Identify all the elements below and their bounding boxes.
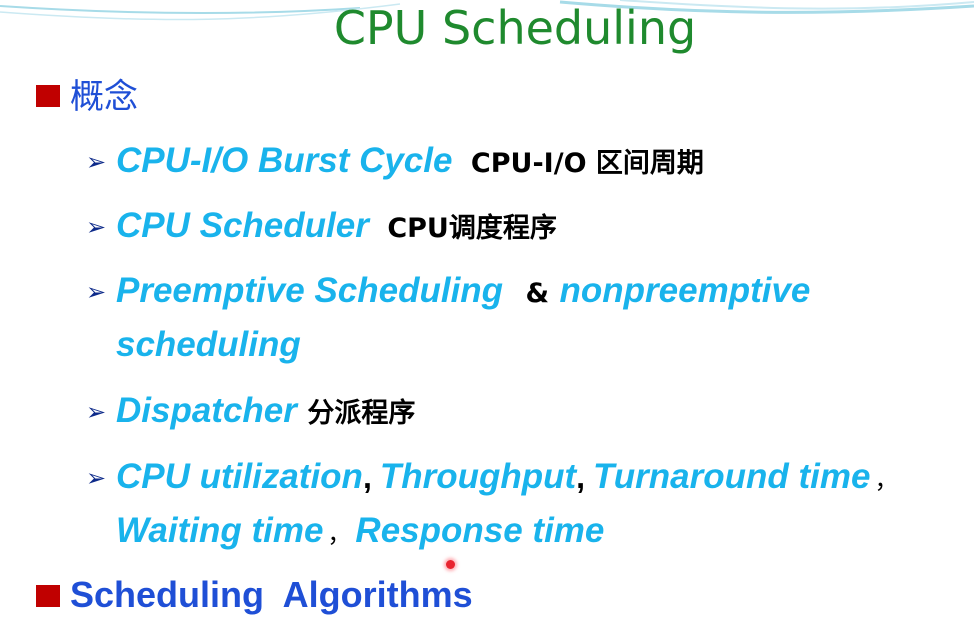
list-item: CPU utilization, Throughput, Turnaround ti… xyxy=(116,456,898,498)
arrow-bullet-icon: ➢ xyxy=(86,278,107,306)
list-item: CPU Scheduler CPU调度程序 xyxy=(116,205,557,247)
separator-comma: ， xyxy=(874,466,899,494)
term-preemptive: Preemptive Scheduling xyxy=(116,271,504,310)
list-item-continuation: scheduling xyxy=(116,324,301,366)
list-item: Dispatcher 分派程序 xyxy=(116,390,415,432)
arrow-bullet-icon: ➢ xyxy=(86,213,107,241)
square-bullet-icon xyxy=(36,85,60,107)
arrow-bullet-icon: ➢ xyxy=(86,464,107,492)
separator-comma: , xyxy=(576,459,586,495)
slide: CPU Scheduling 概念 ➢ CPU-I/O Burst Cycle … xyxy=(0,0,974,629)
note-dispatcher: 分派程序 xyxy=(307,398,416,429)
note-cpu-scheduler: CPU调度程序 xyxy=(387,213,557,244)
term-waiting-time: Waiting time xyxy=(116,511,324,550)
list-item: CPU-I/O Burst Cycle CPU-I/O 区间周期 xyxy=(116,140,704,182)
note-burst-cycle: CPU-I/O 区间周期 xyxy=(470,148,704,179)
square-bullet-icon xyxy=(36,585,60,607)
term-burst-cycle: CPU-I/O Burst Cycle xyxy=(116,141,453,180)
term-nonpreemptive-cont: scheduling xyxy=(116,325,301,364)
term-dispatcher: Dispatcher xyxy=(116,391,297,430)
arrow-bullet-icon: ➢ xyxy=(86,148,107,176)
arrow-bullet-icon: ➢ xyxy=(86,398,107,426)
term-throughput: Throughput xyxy=(379,457,577,496)
algorithms-heading: Scheduling Algorithms xyxy=(70,574,473,615)
term-cpu-scheduler: CPU Scheduler xyxy=(116,206,369,245)
term-nonpreemptive: nonpreemptive xyxy=(559,271,811,310)
term-cpu-utilization: CPU utilization xyxy=(116,457,363,496)
slide-title: CPU Scheduling xyxy=(333,1,697,55)
term-turnaround-time: Turnaround time xyxy=(593,457,871,496)
laser-pointer-icon xyxy=(446,560,455,569)
separator-comma: ， xyxy=(327,520,352,548)
list-item-continuation: Waiting time， Response time xyxy=(116,510,604,552)
concept-heading: 概念 xyxy=(70,77,138,117)
joiner-ampersand: & xyxy=(525,278,550,309)
list-item: Preemptive Scheduling & nonpreemptive xyxy=(116,270,810,312)
separator-comma: , xyxy=(362,459,372,495)
term-response-time: Response time xyxy=(355,511,605,550)
